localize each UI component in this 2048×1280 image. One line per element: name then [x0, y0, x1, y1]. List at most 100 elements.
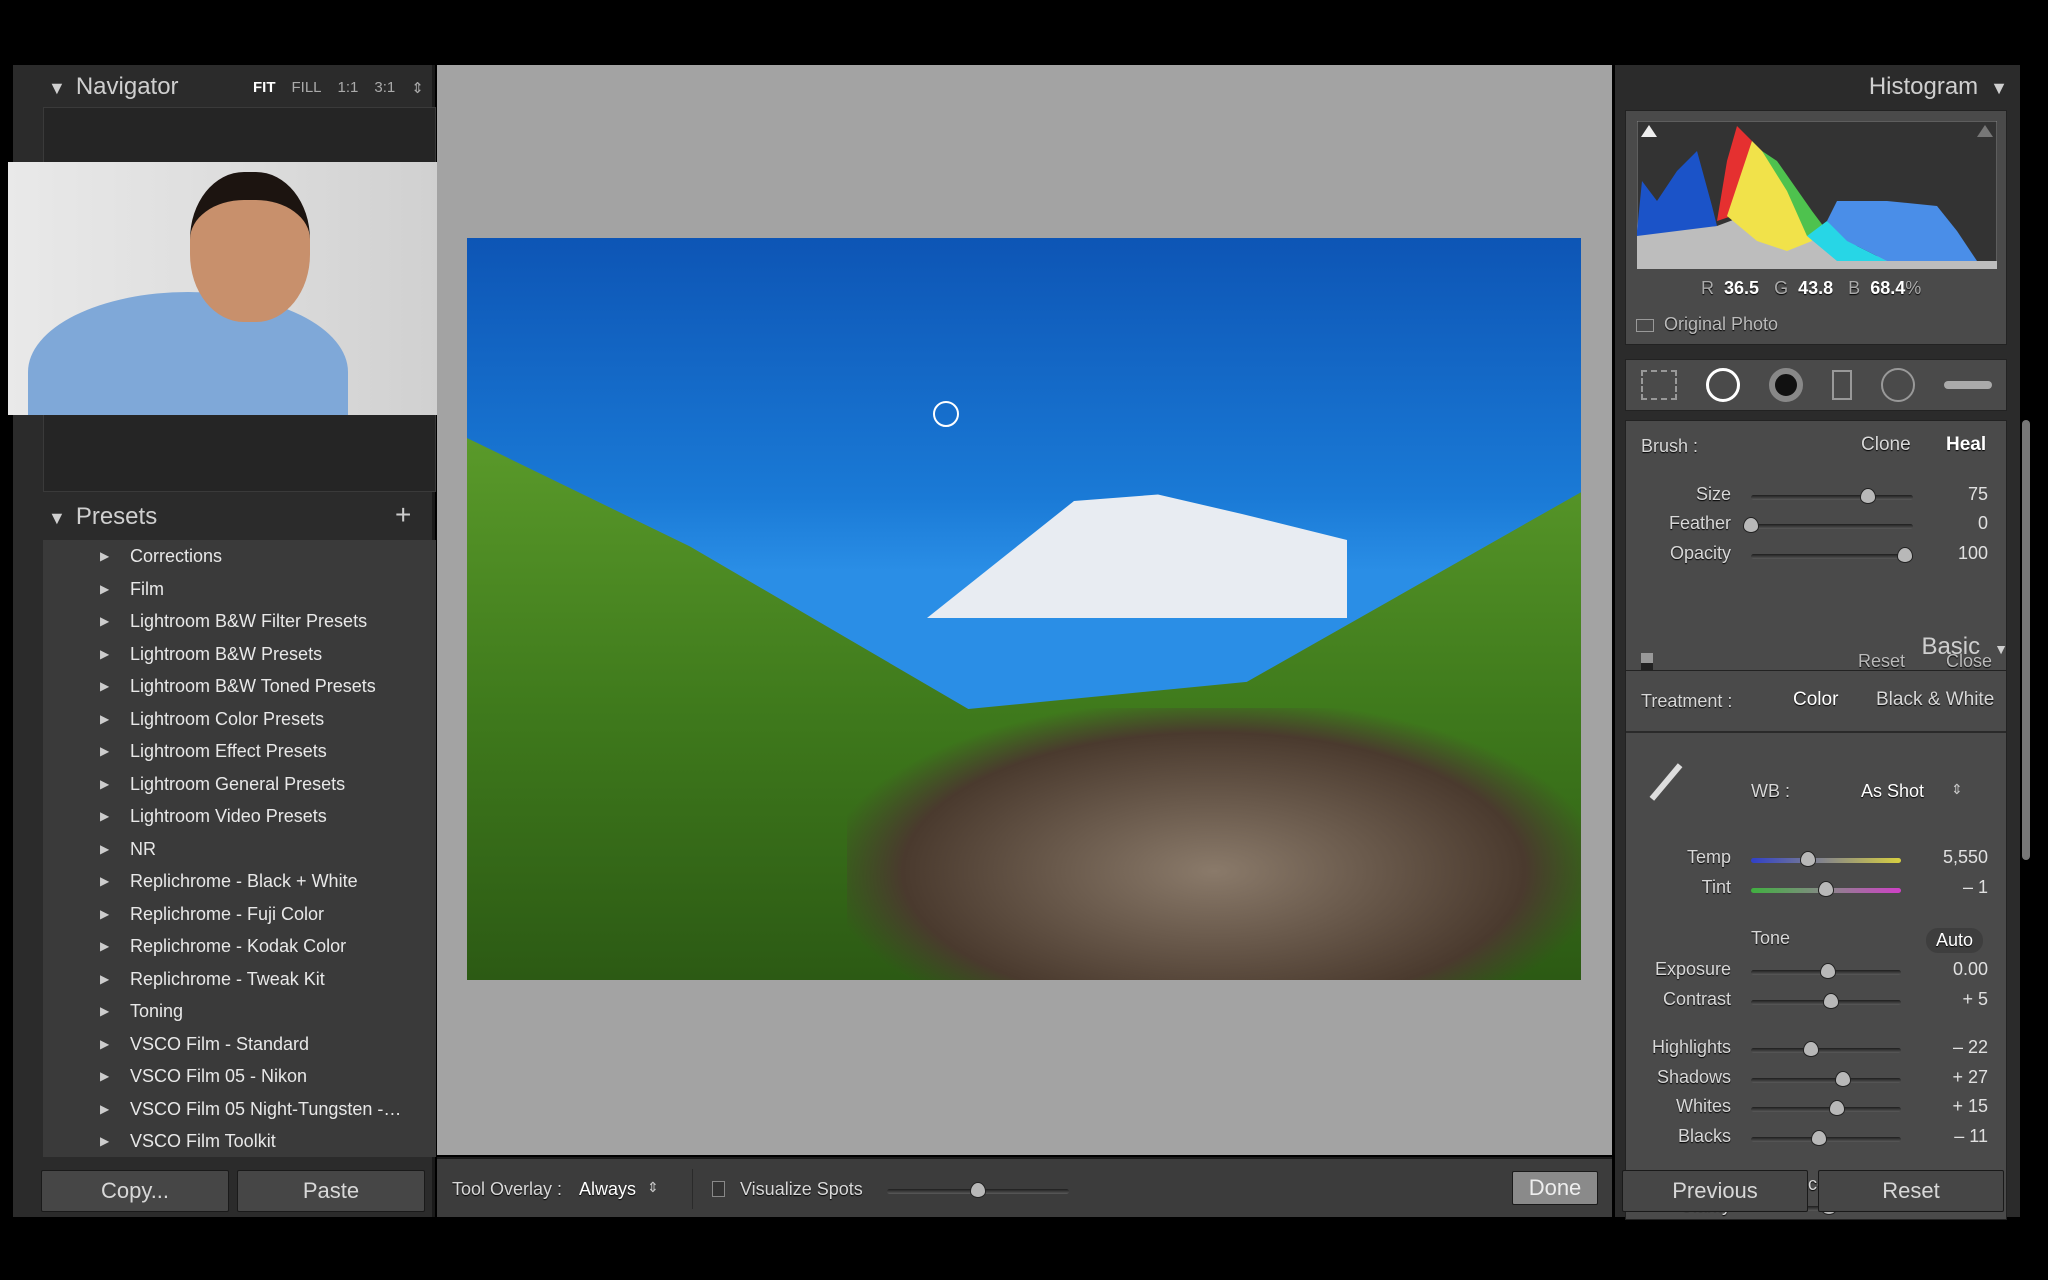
slider-thumb[interactable] — [970, 1182, 986, 1198]
collapse-triangle-icon[interactable]: ▼ — [1990, 78, 2008, 98]
expand-triangle-icon[interactable]: ▶ — [100, 1125, 109, 1157]
crop-overlay-icon[interactable] — [1640, 370, 1677, 400]
spot-crosshair-icon[interactable] — [933, 401, 959, 427]
expand-triangle-icon[interactable]: ▶ — [100, 735, 109, 767]
tint-slider[interactable] — [1751, 881, 1901, 897]
navigator-header[interactable]: ▼ Navigator — [48, 73, 179, 101]
auto-tone-button[interactable]: Auto — [1926, 928, 1984, 953]
wb-eyedropper-icon[interactable] — [1649, 763, 1683, 801]
original-photo-checkbox[interactable] — [1636, 319, 1654, 332]
preset-folder[interactable]: ▶ Corrections — [43, 540, 408, 572]
preset-folder[interactable]: ▶ VSCO Film Toolkit — [43, 1125, 408, 1157]
expand-triangle-icon[interactable]: ▶ — [100, 703, 109, 735]
blacks-slider[interactable] — [1751, 1129, 1901, 1146]
copy-button[interactable]: Copy... — [41, 1170, 229, 1212]
expand-triangle-icon[interactable]: ▶ — [100, 573, 109, 605]
stepper-icon[interactable]: ⇕ — [1951, 781, 1963, 798]
preset-folder[interactable]: ▶ Replichrome - Fuji Color — [43, 898, 408, 930]
expand-triangle-icon[interactable]: ▶ — [100, 898, 109, 930]
shadows-slider[interactable] — [1751, 1070, 1901, 1087]
zoom-fill[interactable]: FILL — [292, 79, 322, 97]
contrast-slider[interactable] — [1751, 993, 1901, 1009]
zoom-fit[interactable]: FIT — [253, 79, 276, 97]
tool-overlay-select[interactable]: Always — [579, 1179, 636, 1200]
preset-folder[interactable]: ▶ Replichrome - Tweak Kit — [43, 963, 408, 995]
preset-folder[interactable]: ▶ NR — [43, 833, 408, 865]
radial-filter-icon[interactable] — [1880, 368, 1915, 402]
graduated-filter-icon[interactable] — [1831, 370, 1852, 400]
preset-folder[interactable]: ▶ Film — [43, 573, 408, 605]
brush-heal-button[interactable]: Heal — [1946, 434, 1986, 456]
preset-folder[interactable]: ▶ VSCO Film 05 Night-Tungsten -… — [43, 1093, 408, 1125]
histogram-header[interactable]: Histogram ▼ — [1869, 73, 2008, 101]
preset-folder[interactable]: ▶ Lightroom Color Presets — [43, 703, 408, 735]
visualize-spots-checkbox[interactable] — [712, 1181, 725, 1197]
expand-triangle-icon[interactable]: ▶ — [100, 670, 109, 702]
expand-triangle-icon[interactable]: ▶ — [100, 963, 109, 995]
exposure-slider[interactable] — [1751, 963, 1901, 979]
adjustment-brush-icon[interactable] — [1943, 381, 1992, 389]
preset-folder[interactable]: ▶ Lightroom Video Presets — [43, 800, 408, 832]
expand-triangle-icon[interactable]: ▶ — [100, 605, 109, 637]
whites-slider[interactable] — [1751, 1100, 1901, 1116]
expand-triangle-icon[interactable]: ▶ — [100, 833, 109, 865]
preset-folder[interactable]: ▶ Replichrome - Black + White — [43, 865, 408, 897]
expand-triangle-icon[interactable]: ▶ — [100, 1093, 109, 1125]
expand-triangle-icon[interactable]: ▶ — [100, 930, 109, 962]
slider-thumb[interactable] — [1803, 1041, 1819, 1057]
treatment-color[interactable]: Color — [1793, 689, 1838, 711]
expand-triangle-icon[interactable]: ▶ — [100, 800, 109, 832]
histogram-graph[interactable] — [1637, 121, 1997, 269]
slider-thumb[interactable] — [1828, 1100, 1845, 1116]
brush-reset-button[interactable]: Reset — [1858, 651, 1905, 672]
collapse-triangle-icon[interactable]: ▼ — [48, 508, 66, 528]
preset-folder[interactable]: ▶ Lightroom B&W Toned Presets — [43, 670, 408, 702]
expand-triangle-icon[interactable]: ▶ — [100, 768, 109, 800]
stepper-icon[interactable]: ⇕ — [647, 1179, 659, 1196]
zoom-stepper-icon[interactable]: ⇕ — [411, 79, 424, 97]
preset-folder[interactable]: ▶ VSCO Film 05 - Nikon — [43, 1060, 408, 1092]
collapse-triangle-icon[interactable]: ▼ — [48, 78, 66, 98]
opacity-slider[interactable] — [1751, 547, 1913, 563]
basic-header[interactable]: Basic ▼ — [1921, 633, 2008, 661]
add-preset-button[interactable]: + — [395, 499, 411, 531]
visualize-spots-slider[interactable] — [887, 1182, 1069, 1198]
expand-triangle-icon[interactable]: ▶ — [100, 638, 109, 670]
brush-clone-button[interactable]: Clone — [1861, 434, 1911, 456]
slider-thumb[interactable] — [1859, 488, 1876, 504]
right-panel-scrollbar[interactable] — [2022, 420, 2030, 860]
slider-thumb[interactable] — [1818, 881, 1834, 897]
preset-folder[interactable]: ▶ Lightroom B&W Filter Presets — [43, 605, 408, 637]
reset-button[interactable]: Reset — [1818, 1170, 2004, 1212]
slider-thumb[interactable] — [1834, 1070, 1851, 1087]
zoom-1-1[interactable]: 1:1 — [338, 79, 359, 97]
preset-folder[interactable]: ▶ Lightroom Effect Presets — [43, 735, 408, 767]
red-eye-icon[interactable] — [1768, 368, 1803, 402]
expand-triangle-icon[interactable]: ▶ — [100, 995, 109, 1027]
paste-button[interactable]: Paste — [237, 1170, 425, 1212]
slider-thumb[interactable] — [1743, 517, 1759, 533]
slider-thumb[interactable] — [1810, 1129, 1827, 1146]
preset-folder[interactable]: ▶ Lightroom B&W Presets — [43, 638, 408, 670]
preset-folder[interactable]: ▶ Toning — [43, 995, 408, 1027]
photo[interactable] — [467, 238, 1581, 980]
preset-folder[interactable]: ▶ VSCO Film - Standard — [43, 1028, 408, 1060]
highlights-slider[interactable] — [1751, 1041, 1901, 1057]
wb-select[interactable]: As Shot — [1861, 781, 1924, 802]
zoom-3-1[interactable]: 3:1 — [374, 79, 395, 97]
spot-removal-icon[interactable] — [1705, 368, 1740, 402]
size-slider[interactable] — [1751, 488, 1913, 504]
panel-menu-icon[interactable]: ▼ — [1994, 641, 2008, 657]
photo-canvas[interactable] — [437, 65, 1612, 1155]
expand-triangle-icon[interactable]: ▶ — [100, 540, 109, 572]
temp-slider[interactable] — [1751, 851, 1901, 867]
expand-triangle-icon[interactable]: ▶ — [100, 1060, 109, 1092]
slider-thumb[interactable] — [1800, 851, 1816, 867]
previous-button[interactable]: Previous — [1622, 1170, 1808, 1212]
preset-folder[interactable]: ▶ Lightroom General Presets — [43, 768, 408, 800]
slider-thumb[interactable] — [1822, 993, 1839, 1009]
preset-folder[interactable]: ▶ Replichrome - Kodak Color — [43, 930, 408, 962]
slider-thumb[interactable] — [1819, 963, 1836, 979]
expand-triangle-icon[interactable]: ▶ — [100, 1028, 109, 1060]
done-button[interactable]: Done — [1512, 1171, 1598, 1205]
